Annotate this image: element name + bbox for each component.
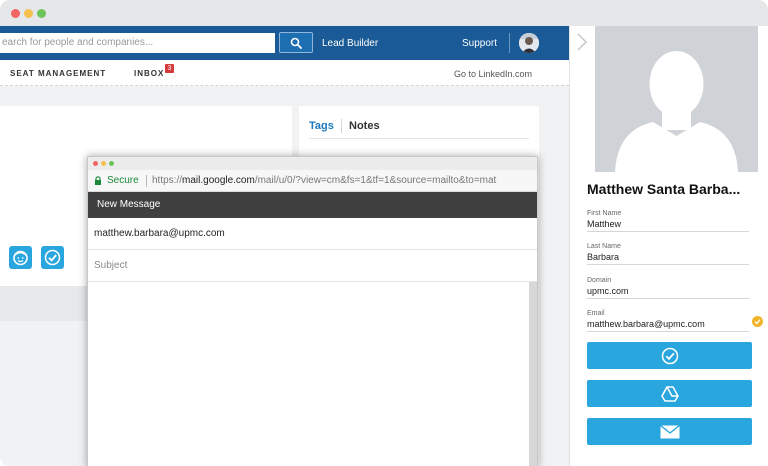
minimize-window-button[interactable] [24,9,33,18]
search-button[interactable] [279,32,313,53]
address-bar[interactable]: Secure https://mail.google.com/mail/u/0/… [88,170,537,192]
compose-header: New Message [88,192,537,218]
first-name-underline [587,231,749,232]
url-divider [146,175,147,187]
lead-builder-link[interactable]: Lead Builder [322,38,378,49]
popup-maximize-button[interactable] [109,161,114,166]
message-body[interactable] [88,282,537,466]
url-text: https://mail.google.com/mail/u/0/?view=c… [152,170,497,191]
first-name-label: First Name [587,210,622,217]
to-field[interactable]: matthew.barbara@upmc.com [88,218,537,250]
domain-underline [587,298,749,299]
search-input[interactable]: earch for people and companies... [0,33,275,53]
email-underline [587,331,749,332]
approve-button[interactable] [587,342,752,369]
last-name-value[interactable]: Barbara [587,252,619,262]
domain-label: Domain [587,277,612,284]
chevron-right-icon[interactable] [576,32,588,52]
seat-management-tab[interactable]: SEAT MANAGEMENT [10,69,106,78]
last-name-underline [587,264,749,265]
popup-titlebar [88,157,537,170]
first-name-value[interactable]: Matthew [587,219,621,229]
secondary-navigation: SEAT MANAGEMENT INBOX 3 Go to LinkedIn.c… [0,60,569,86]
email-value[interactable]: matthew.barbara@upmc.com [587,319,705,329]
domain-value[interactable]: upmc.com [587,286,629,296]
popup-minimize-button[interactable] [101,161,106,166]
compose-scrollbar[interactable] [529,282,537,466]
tab-underline [309,138,529,139]
inbox-count-badge: 3 [165,64,174,73]
profile-photo-placeholder [595,26,758,172]
window-titlebar [0,0,768,26]
subject-field[interactable]: Subject [88,250,537,282]
avatar-icon [519,33,539,53]
url-prefix: https:// [152,175,183,186]
profile-panel: Matthew Santa Barba... First Name Matthe… [569,26,768,466]
app-viewport: earch for people and companies... Lead B… [0,26,768,466]
tab-notes[interactable]: Notes [349,120,380,132]
lead-avatar-button[interactable] [9,246,32,269]
top-navigation: earch for people and companies... Lead B… [0,26,569,60]
support-link[interactable]: Support [462,38,497,49]
tab-tags[interactable]: Tags [309,120,334,132]
tab-divider [341,119,342,133]
send-email-button[interactable] [587,418,752,445]
secure-label: Secure [107,175,139,186]
check-icon [661,347,678,364]
face-icon [13,250,28,266]
compose-popup-window: Secure https://mail.google.com/mail/u/0/… [87,156,538,466]
browser-window: earch for people and companies... Lead B… [0,0,768,466]
goto-linkedin-link[interactable]: Go to LinkedIn.com [454,69,532,79]
check-circle-icon [44,249,61,266]
person-silhouette-icon [595,26,758,172]
close-window-button[interactable] [11,9,20,18]
search-icon [290,37,302,49]
user-avatar[interactable] [519,33,539,53]
lead-check-button[interactable] [41,246,64,269]
url-path: /mail/u/0/?view=cm&fs=1&tf=1&source=mail… [254,175,497,186]
inbox-tab[interactable]: INBOX [134,69,164,78]
nav-divider [509,33,510,53]
envelope-icon [659,424,680,438]
email-label: Email [587,310,605,317]
drive-icon [660,385,679,402]
maximize-window-button[interactable] [37,9,46,18]
url-host: mail.google.com [182,175,255,186]
last-name-label: Last Name [587,243,621,250]
save-to-drive-button[interactable] [587,380,752,407]
profile-name: Matthew Santa Barba... [587,181,741,197]
lock-icon [95,176,101,185]
verified-check-icon [752,316,763,327]
popup-close-button[interactable] [93,161,98,166]
